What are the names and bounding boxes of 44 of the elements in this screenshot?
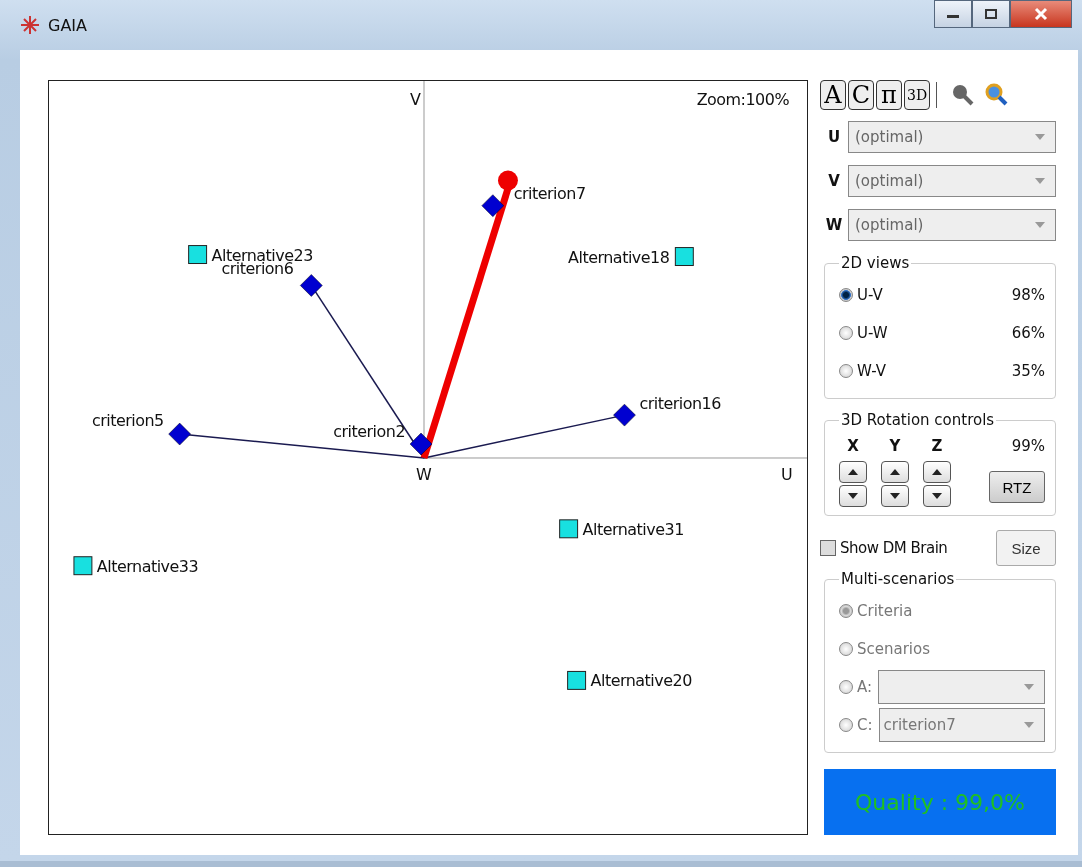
view-percent: 35% xyxy=(1011,362,1045,380)
window-title: GAIA xyxy=(48,15,87,35)
alternative-label: Alternative33 xyxy=(96,556,199,576)
criterion-label: criterion2 xyxy=(333,422,406,442)
size-button[interactable]: Size xyxy=(996,530,1056,566)
axis-name: U xyxy=(826,128,842,146)
axis-dropdown[interactable]: (optimal) xyxy=(848,165,1056,197)
alternative-label: Alternative18 xyxy=(568,247,670,267)
axis-dropdown[interactable]: (optimal) xyxy=(848,209,1056,241)
view-percent: 98% xyxy=(1011,286,1045,304)
option-label: C: xyxy=(857,716,873,734)
option-label: Scenarios xyxy=(857,640,931,658)
group-title: 2D views xyxy=(840,254,911,272)
rotation-percent: 99% xyxy=(1011,436,1045,457)
group-title: 3D Rotation controls xyxy=(840,411,996,429)
view-label: U-W xyxy=(857,324,888,342)
axis-label: V xyxy=(410,89,421,109)
axis-name: X xyxy=(847,436,859,457)
zoom-label: Zoom:100% xyxy=(696,89,790,109)
view-label: W-V xyxy=(857,362,887,380)
axis-name: Z xyxy=(931,436,943,457)
axis-name: Y xyxy=(889,436,901,457)
toolbar-button[interactable]: π xyxy=(876,80,902,110)
criterion-label: criterion16 xyxy=(639,394,721,414)
toolbar-button[interactable]: 3D xyxy=(904,80,931,110)
criterion-label: criterion5 xyxy=(91,411,164,431)
alternative-label: Alternative20 xyxy=(590,671,692,691)
axis-name: W xyxy=(824,216,844,234)
axis-dropdown[interactable]: (optimal) xyxy=(848,121,1056,153)
axis-label: U xyxy=(781,464,793,484)
quality-indicator: Quality : 99,0% xyxy=(824,769,1056,835)
group-title: Multi-scenarios xyxy=(840,570,956,588)
axis-label: W xyxy=(416,464,432,484)
rtz-button[interactable]: RTZ xyxy=(989,471,1045,503)
option-label: Criteria xyxy=(857,602,913,620)
view-label: U-V xyxy=(857,286,883,304)
view-percent: 66% xyxy=(1011,324,1045,342)
alternative-label: Alternative31 xyxy=(582,519,684,539)
toolbar-button[interactable]: C xyxy=(848,80,874,110)
axis-name: V xyxy=(827,172,841,190)
checkbox-label: Show DM Brain xyxy=(840,539,948,557)
criterion-label: criterion7 xyxy=(513,183,586,203)
option-label: A: xyxy=(857,678,873,696)
toolbar-button[interactable]: A xyxy=(820,80,846,110)
